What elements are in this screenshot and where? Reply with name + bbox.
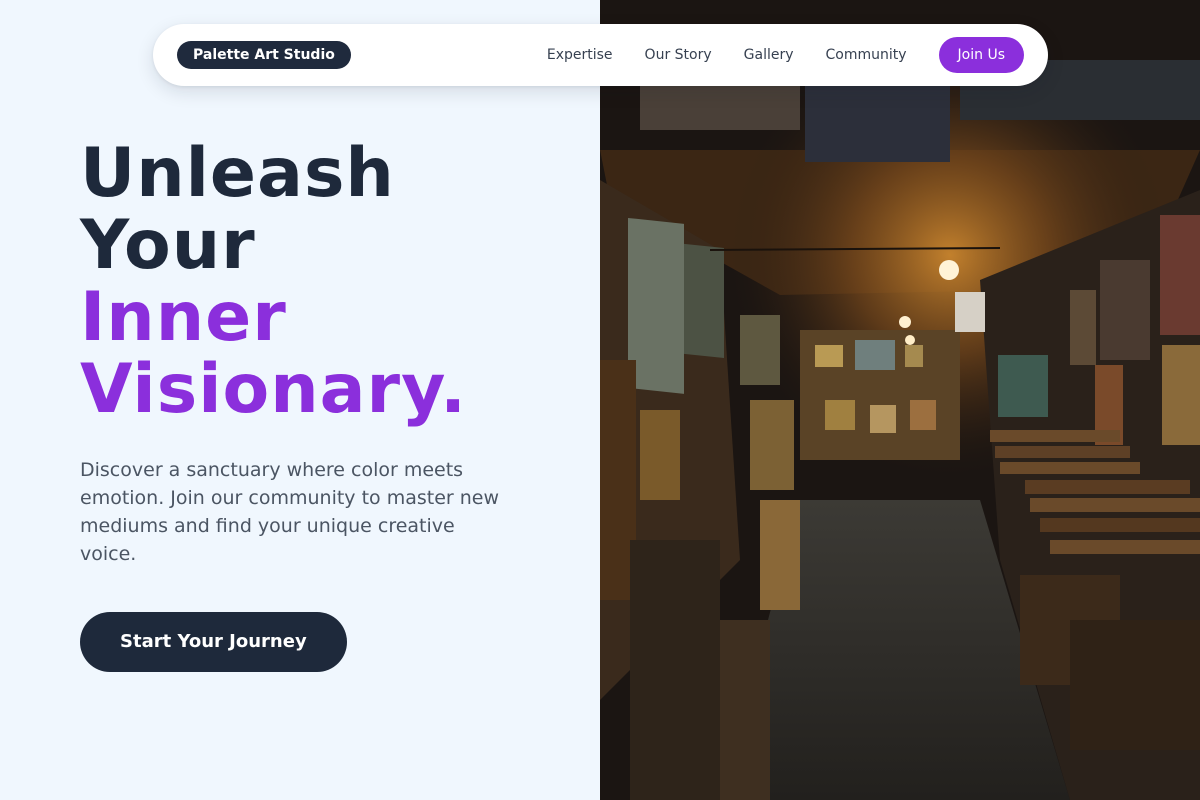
headline-line-inner: Inner	[80, 278, 287, 357]
hero-headline: Unleash Your Inner Visionary.	[80, 138, 580, 426]
brand-logo[interactable]: Palette Art Studio	[177, 41, 351, 69]
nav-links: Expertise Our Story Gallery Community Jo…	[547, 37, 1024, 73]
headline-line-your: Your	[80, 206, 256, 285]
nav-link-expertise[interactable]: Expertise	[547, 47, 613, 63]
hero-section: Unleash Your Inner Visionary. Discover a…	[80, 138, 580, 672]
start-journey-button[interactable]: Start Your Journey	[80, 612, 347, 672]
nav-link-community[interactable]: Community	[826, 47, 907, 63]
nav-link-our-story[interactable]: Our Story	[645, 47, 712, 63]
hero-description: Discover a sanctuary where color meets e…	[80, 459, 500, 565]
art-gallery-corridor-image	[600, 0, 1200, 800]
nav-link-gallery[interactable]: Gallery	[744, 47, 794, 63]
headline-line-unleash: Unleash	[80, 134, 395, 213]
headline-line-visionary: Visionary.	[80, 350, 467, 429]
hero-gallery-photo	[600, 0, 1200, 800]
join-us-button[interactable]: Join Us	[938, 37, 1024, 73]
top-navigation-bar: Palette Art Studio Expertise Our Story G…	[153, 24, 1048, 86]
